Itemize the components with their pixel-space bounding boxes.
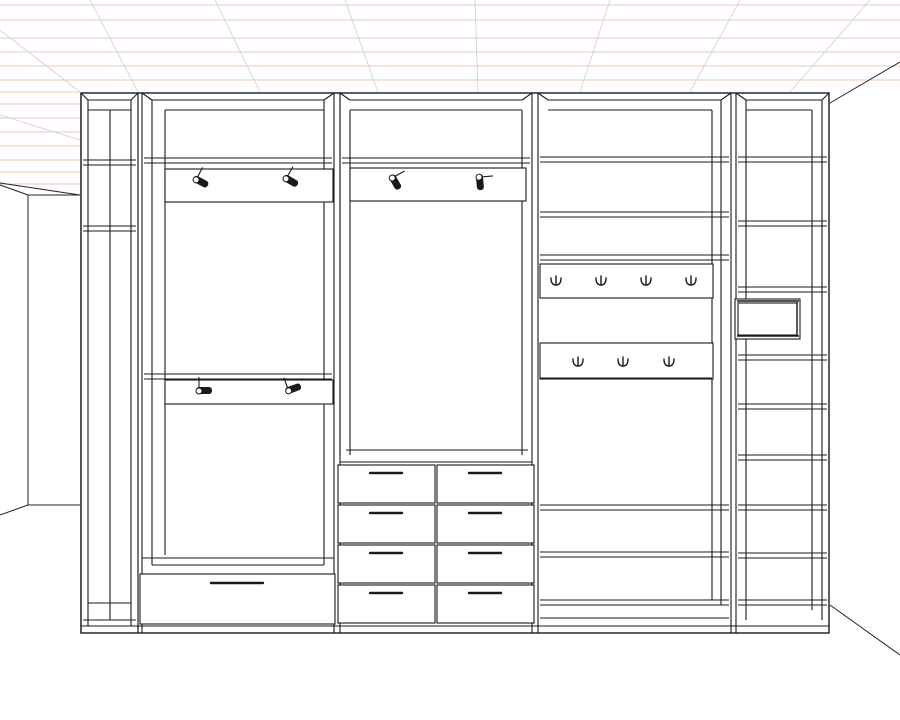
ceiling-ray <box>0 114 81 141</box>
corner <box>521 92 533 101</box>
corner <box>80 92 89 101</box>
corner <box>339 92 351 101</box>
appliance-box <box>734 298 801 340</box>
ceiling-ray <box>474 0 479 93</box>
wardrobe-drawing <box>0 0 900 656</box>
rail-panel <box>164 379 334 405</box>
ceiling-ray <box>789 0 871 93</box>
corner <box>323 92 335 101</box>
drawer <box>436 504 535 544</box>
ceiling-ray <box>214 0 261 93</box>
ceiling-ray <box>689 0 741 93</box>
ceiling-ray <box>344 0 379 93</box>
corner <box>537 92 549 101</box>
drawer <box>436 544 535 584</box>
drawer <box>436 464 535 504</box>
drawer <box>337 544 436 584</box>
ceiling-ray <box>89 0 139 93</box>
corner <box>735 92 747 101</box>
drawer <box>337 504 436 544</box>
drawer <box>337 584 436 624</box>
hook-panel <box>539 342 714 380</box>
corner <box>130 92 139 101</box>
rail-panel <box>164 168 334 203</box>
rail-panel <box>349 167 527 202</box>
bracket-cap <box>195 387 203 395</box>
drawer-wide <box>139 573 336 625</box>
wall-edge <box>829 61 900 104</box>
corner <box>821 92 830 101</box>
drawer <box>436 584 535 624</box>
hook-panel <box>539 263 714 299</box>
wardrobe-cabinet <box>80 92 830 634</box>
corner <box>720 92 732 101</box>
floor-edge <box>0 504 29 516</box>
bracket-cap <box>475 173 483 181</box>
corner <box>141 92 153 101</box>
drawer <box>337 464 436 504</box>
ceiling-ray <box>579 0 611 93</box>
ceiling-grid <box>0 0 900 185</box>
ceiling-ray <box>0 29 81 93</box>
floor-edge <box>829 604 900 656</box>
